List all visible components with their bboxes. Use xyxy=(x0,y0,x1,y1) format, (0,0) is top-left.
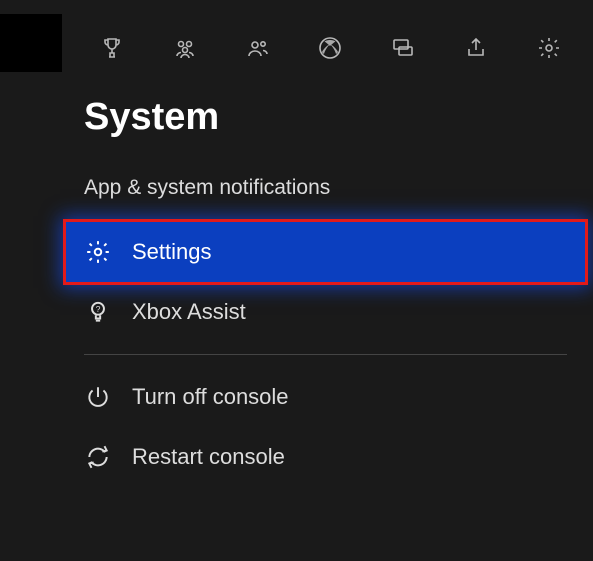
menu-item-settings[interactable]: Settings xyxy=(66,222,585,282)
settings-icon[interactable] xyxy=(535,34,563,62)
achievements-icon[interactable] xyxy=(98,34,126,62)
menu-item-restart[interactable]: Restart console xyxy=(66,427,585,487)
friends-icon[interactable] xyxy=(171,34,199,62)
menu-item-label: Restart console xyxy=(132,444,285,470)
menu-item-turn-off[interactable]: Turn off console xyxy=(66,367,585,427)
menu-item-label: Xbox Assist xyxy=(132,299,246,325)
svg-text:?: ? xyxy=(96,304,101,314)
lightbulb-icon: ? xyxy=(84,298,112,326)
menu-divider xyxy=(84,354,567,355)
gear-icon xyxy=(84,238,112,266)
menu-item-label: App & system notifications xyxy=(84,176,330,200)
party-icon[interactable] xyxy=(244,34,272,62)
left-panel-stub xyxy=(0,14,62,72)
power-icon xyxy=(84,383,112,411)
restart-icon xyxy=(84,443,112,471)
chat-icon[interactable] xyxy=(389,34,417,62)
share-icon[interactable] xyxy=(462,34,490,62)
system-menu: App & system notifications Settings ? Xb… xyxy=(66,172,585,487)
guide-toolbar xyxy=(98,34,563,62)
page-title: System xyxy=(84,96,219,139)
menu-item-label: Settings xyxy=(132,239,212,265)
xbox-icon[interactable] xyxy=(316,34,344,62)
menu-item-xbox-assist[interactable]: ? Xbox Assist xyxy=(66,282,585,342)
menu-item-label: Turn off console xyxy=(132,384,289,410)
menu-item-notifications[interactable]: App & system notifications xyxy=(66,172,585,222)
